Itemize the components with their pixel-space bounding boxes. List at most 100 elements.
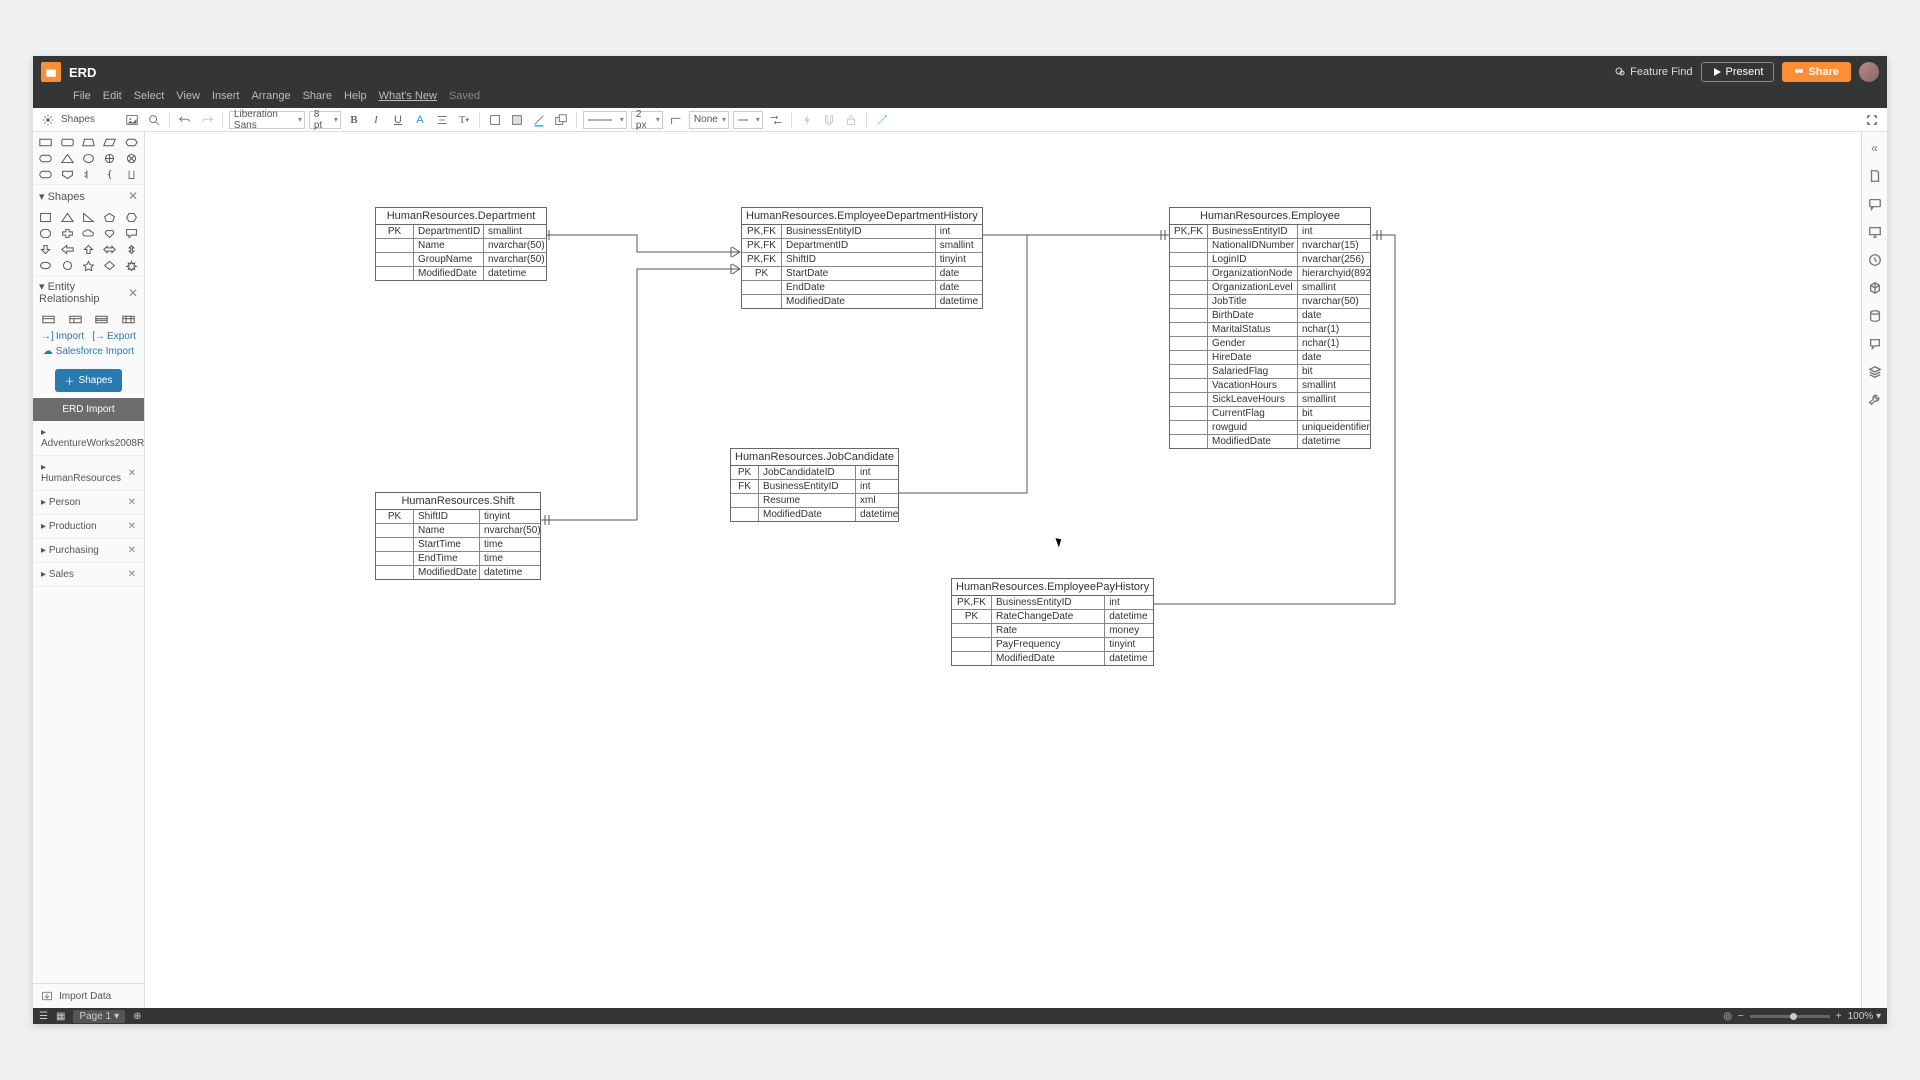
shape-arrow-lr-icon[interactable] <box>100 242 119 256</box>
category-purchasing[interactable]: ▸ Purchasing✕ <box>33 539 144 563</box>
category-adventureworks[interactable]: ▸ AdventureWorks2008R2✕ <box>33 421 144 456</box>
fill-button[interactable] <box>486 111 504 129</box>
shape-circle-icon[interactable] <box>79 151 98 165</box>
category-person[interactable]: ▸ Person✕ <box>33 491 144 515</box>
export-link[interactable]: [→ Export <box>92 331 136 342</box>
shape-bracket2-icon[interactable] <box>122 167 141 181</box>
layers-icon[interactable] <box>1867 364 1883 380</box>
shape-forbid-icon[interactable] <box>122 151 141 165</box>
font-size-select[interactable]: 8 pt <box>309 111 341 129</box>
erd-table2-icon[interactable] <box>63 312 88 326</box>
data-icon[interactable] <box>1867 308 1883 324</box>
app-logo[interactable] <box>41 62 61 82</box>
zoom-slider[interactable] <box>1750 1015 1830 1018</box>
present-icon[interactable] <box>1867 224 1883 240</box>
shapes-panel-header[interactable]: ▾ Shapes✕ <box>33 184 144 207</box>
line-route-button[interactable] <box>667 111 685 129</box>
category-humanresources[interactable]: ▸ HumanResources✕ <box>33 456 144 491</box>
magnet-icon[interactable] <box>820 111 838 129</box>
shape-shield-icon[interactable] <box>57 167 76 181</box>
font-select[interactable]: Liberation Sans <box>229 111 305 129</box>
shape-heart-icon[interactable] <box>100 226 119 240</box>
menu-share[interactable]: Share <box>303 90 332 102</box>
shape-hexagon-icon[interactable] <box>122 135 141 149</box>
shape-bracket-icon[interactable] <box>79 167 98 181</box>
category-sales[interactable]: ▸ Sales✕ <box>33 563 144 587</box>
shape-tri2-icon[interactable] <box>57 210 76 224</box>
menu-help[interactable]: Help <box>344 90 367 102</box>
shape-oct-icon[interactable] <box>36 226 55 240</box>
line-options-button[interactable] <box>767 111 785 129</box>
share-button[interactable]: Share <box>1782 62 1851 82</box>
salesforce-import-link[interactable]: ☁ Salesforce Import <box>33 344 144 363</box>
shape-righttri-icon[interactable] <box>79 210 98 224</box>
shape-rect-icon[interactable] <box>36 135 55 149</box>
document-icon[interactable] <box>1867 168 1883 184</box>
arrow-end-select[interactable] <box>733 111 763 129</box>
line-width-select[interactable]: 2 px <box>631 111 663 129</box>
erd-import-button[interactable]: ERD Import <box>33 398 144 421</box>
menu-view[interactable]: View <box>176 90 200 102</box>
shape-hex2-icon[interactable] <box>122 210 141 224</box>
action-icon[interactable] <box>798 111 816 129</box>
chat-icon[interactable] <box>1867 336 1883 352</box>
zoom-out-icon[interactable]: − <box>1738 1011 1744 1022</box>
image-icon[interactable] <box>123 111 141 129</box>
target-icon[interactable]: ◎ <box>1723 1011 1732 1022</box>
shape-options-button[interactable] <box>552 111 570 129</box>
shape-arrow-left-icon[interactable] <box>57 242 76 256</box>
user-avatar[interactable] <box>1859 62 1879 82</box>
comment-icon[interactable] <box>1867 196 1883 212</box>
redo-icon[interactable] <box>198 111 216 129</box>
close-icon[interactable]: ✕ <box>128 189 138 203</box>
erd-table-payhistory[interactable]: HumanResources.EmployeePayHistory PK,FKB… <box>951 578 1154 666</box>
zoom-in-icon[interactable]: + <box>1836 1011 1842 1022</box>
shape-callout-icon[interactable] <box>122 226 141 240</box>
category-production[interactable]: ▸ Production✕ <box>33 515 144 539</box>
import-data-button[interactable]: Import Data <box>33 983 144 1008</box>
cube-icon[interactable] <box>1867 280 1883 296</box>
menu-select[interactable]: Select <box>134 90 165 102</box>
shape-trapezoid-icon[interactable] <box>79 135 98 149</box>
fullscreen-icon[interactable] <box>1863 111 1881 129</box>
shape-parallelogram-icon[interactable] <box>100 135 119 149</box>
text-options-button[interactable]: T▾ <box>455 111 473 129</box>
erd-table-department[interactable]: HumanResources.Department PKDepartmentID… <box>375 207 547 281</box>
shape-cross-icon[interactable] <box>100 151 119 165</box>
lock-icon[interactable] <box>842 111 860 129</box>
search-icon[interactable] <box>145 111 163 129</box>
shape-square-icon[interactable] <box>36 210 55 224</box>
shape-cloud2-icon[interactable] <box>36 258 55 272</box>
italic-button[interactable]: I <box>367 111 385 129</box>
menu-insert[interactable]: Insert <box>212 90 240 102</box>
text-color-button[interactable]: A <box>411 111 429 129</box>
shape-roundrect-icon[interactable] <box>57 135 76 149</box>
bold-button[interactable]: B <box>345 111 363 129</box>
grid-view-icon[interactable]: ▦ <box>56 1011 65 1022</box>
er-panel-header[interactable]: ▾ Entity Relationship✕ <box>33 275 144 309</box>
underline-button[interactable]: U <box>389 111 407 129</box>
list-view-icon[interactable]: ☰ <box>39 1011 48 1022</box>
shape-arrow-down-icon[interactable] <box>36 242 55 256</box>
shape-circle2-icon[interactable] <box>57 258 76 272</box>
line-style-select[interactable] <box>583 111 627 129</box>
erd-table-employee[interactable]: HumanResources.Employee PK,FKBusinessEnt… <box>1169 207 1371 449</box>
feature-find-button[interactable]: Feature Find <box>1614 66 1692 78</box>
shape-triangle-icon[interactable] <box>57 151 76 165</box>
menu-arrange[interactable]: Arrange <box>251 90 290 102</box>
document-title[interactable]: ERD <box>69 65 96 80</box>
present-button[interactable]: Present <box>1701 62 1775 82</box>
erd-table-icon[interactable] <box>36 312 61 326</box>
shape-pill-icon[interactable] <box>36 151 55 165</box>
border-button[interactable] <box>508 111 526 129</box>
add-shapes-button[interactable]: ＋ Shapes <box>55 369 123 392</box>
line-color-button[interactable] <box>530 111 548 129</box>
erd-table4-icon[interactable] <box>116 312 141 326</box>
menu-whatsnew[interactable]: What's New <box>379 90 437 102</box>
menu-file[interactable]: File <box>73 90 91 102</box>
arrow-start-select[interactable]: None <box>689 111 729 129</box>
shapes-panel-toggle[interactable] <box>39 111 57 129</box>
canvas[interactable]: HumanResources.Department PKDepartmentID… <box>145 132 1861 1008</box>
import-link[interactable]: →] Import <box>41 331 84 342</box>
shape-burst-icon[interactable] <box>122 258 141 272</box>
